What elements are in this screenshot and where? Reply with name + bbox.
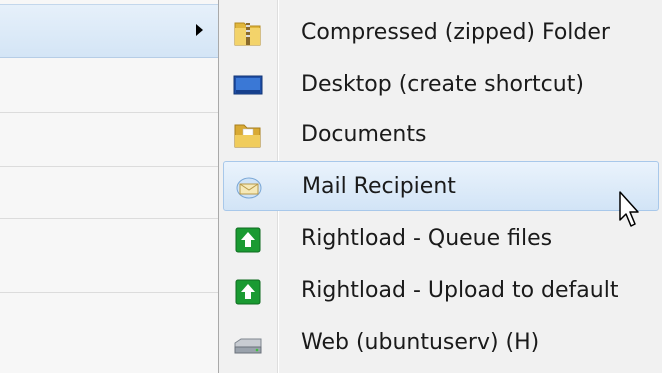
mail-icon bbox=[234, 173, 264, 201]
menu-item-label: Compressed (zipped) Folder bbox=[301, 20, 610, 45]
parent-menu-item-send-to[interactable] bbox=[0, 4, 218, 58]
zip-folder-icon bbox=[233, 19, 263, 47]
menu-item-documents[interactable]: Documents bbox=[223, 110, 659, 160]
parent-context-menu bbox=[0, 0, 218, 373]
menu-item-web-drive[interactable]: Web (ubuntuserv) (H) bbox=[223, 318, 659, 368]
menu-item-label: Rightload - Queue files bbox=[301, 226, 553, 251]
menu-item-label: Rightload - Upload to default bbox=[301, 278, 619, 303]
menu-item-label: Documents bbox=[301, 122, 427, 147]
menu-item-label: Mail Recipient bbox=[302, 174, 456, 199]
menu-item-compressed-folder[interactable]: Compressed (zipped) Folder bbox=[223, 8, 659, 58]
menu-separator bbox=[0, 218, 218, 219]
menu-item-label: Web (ubuntuserv) (H) bbox=[301, 330, 540, 355]
send-to-submenu: Compressed (zipped) Folder Desktop (crea… bbox=[218, 0, 662, 373]
upload-arrow-icon bbox=[233, 277, 263, 305]
mouse-cursor-icon bbox=[618, 190, 642, 238]
menu-item-rightload-upload[interactable]: Rightload - Upload to default bbox=[223, 266, 659, 316]
menu-item-rightload-queue[interactable]: Rightload - Queue files bbox=[223, 214, 659, 264]
menu-separator bbox=[0, 292, 218, 293]
upload-arrow-icon bbox=[233, 225, 263, 253]
menu-separator bbox=[0, 166, 218, 167]
submenu-arrow-icon bbox=[196, 24, 203, 36]
menu-item-mail-recipient[interactable]: Mail Recipient bbox=[223, 161, 659, 211]
network-drive-icon bbox=[233, 329, 263, 357]
menu-item-label: Desktop (create shortcut) bbox=[301, 72, 584, 97]
menu-item-desktop[interactable]: Desktop (create shortcut) bbox=[223, 60, 659, 110]
documents-folder-icon bbox=[233, 121, 263, 149]
desktop-icon bbox=[233, 71, 263, 99]
menu-separator bbox=[0, 112, 218, 113]
